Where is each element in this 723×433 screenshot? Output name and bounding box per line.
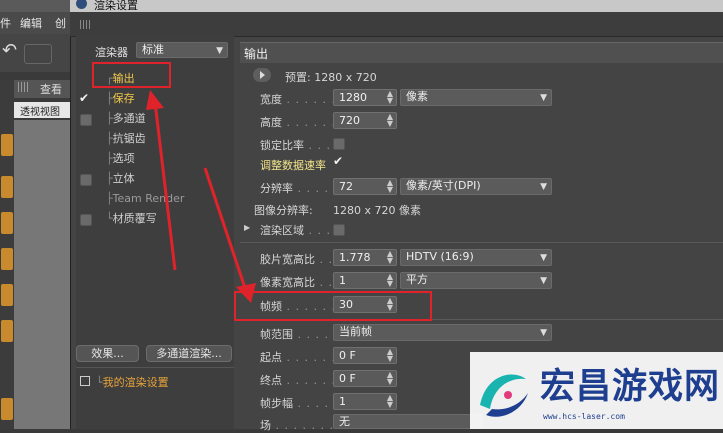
watermark-url: www.hcs-laser.com [543, 412, 625, 421]
arrow-icon [203, 167, 256, 303]
arrow-icon [146, 90, 177, 271]
watermark-text: 宏昌游戏网 [540, 367, 721, 407]
watermark-logo-icon [480, 374, 528, 417]
